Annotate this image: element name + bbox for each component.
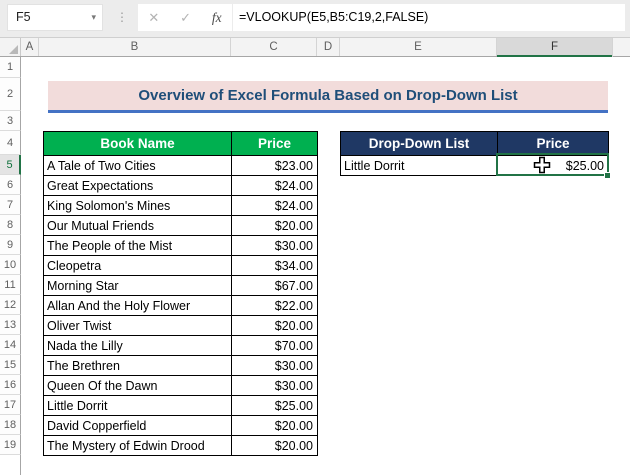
book-name-cell[interactable]: The Brethren — [43, 355, 232, 376]
book-name-cell[interactable]: Little Dorrit — [43, 395, 232, 416]
price-cell[interactable]: $30.00 — [231, 375, 318, 396]
row-header-18[interactable]: 18 — [0, 415, 21, 435]
column-header-c[interactable]: C — [231, 38, 317, 56]
formula-bar: F5 ▾ ⋮ ✕ ✓ fx =VLOOKUP(E5,B5:C19,2,FALSE… — [0, 0, 630, 38]
price-cell[interactable]: $22.00 — [231, 295, 318, 316]
book-name-cell[interactable]: The Mystery of Edwin Drood — [43, 435, 232, 456]
excel-window: F5 ▾ ⋮ ✕ ✓ fx =VLOOKUP(E5,B5:C19,2,FALSE… — [0, 0, 630, 475]
cancel-icon[interactable]: ✕ — [148, 10, 159, 26]
price-cell[interactable]: $20.00 — [231, 415, 318, 436]
insert-function-icon[interactable]: fx — [212, 10, 222, 26]
price-cell[interactable]: $20.00 — [231, 215, 318, 236]
row-header-17[interactable]: 17 — [0, 395, 21, 415]
price-cell[interactable]: $20.00 — [231, 435, 318, 456]
book-name-cell[interactable]: King Solomon's Mines — [43, 195, 232, 216]
row-header-16[interactable]: 16 — [0, 375, 21, 395]
select-all-corner[interactable] — [0, 38, 21, 56]
book-name-cell[interactable]: Queen Of the Dawn — [43, 375, 232, 396]
price-cell[interactable]: $24.00 — [231, 175, 318, 196]
fill-handle[interactable] — [604, 172, 611, 179]
row-header-14[interactable]: 14 — [0, 335, 21, 355]
book-name-cell[interactable]: David Copperfield — [43, 415, 232, 436]
price-cell[interactable]: $23.00 — [231, 155, 318, 176]
worksheet-title[interactable]: Overview of Excel Formula Based on Drop-… — [48, 81, 608, 113]
row-header-7[interactable]: 7 — [0, 195, 21, 215]
name-box-value: F5 — [16, 10, 31, 24]
price-cell[interactable]: $30.00 — [231, 235, 318, 256]
book-name-cell[interactable]: Our Mutual Friends — [43, 215, 232, 236]
row-header-3[interactable]: 3 — [0, 111, 21, 131]
dropdown-selected-book-cell[interactable]: Little Dorrit — [340, 155, 498, 176]
lookup-price-header[interactable]: Price — [497, 131, 609, 156]
column-header-a[interactable]: A — [21, 38, 39, 56]
row-header-12[interactable]: 12 — [0, 295, 21, 315]
price-cell[interactable]: $30.00 — [231, 355, 318, 376]
row-header-19[interactable]: 19 — [0, 435, 21, 455]
column-header-b[interactable]: B — [39, 38, 231, 56]
book-name-cell[interactable]: Cleopetra — [43, 255, 232, 276]
row-header-2[interactable]: 2 — [0, 78, 21, 111]
column-header-g-partial[interactable] — [613, 38, 630, 56]
price-cell[interactable]: $70.00 — [231, 335, 318, 356]
book-name-cell[interactable]: Morning Star — [43, 275, 232, 296]
enter-icon[interactable]: ✓ — [180, 10, 191, 26]
formula-bar-drag-dots-icon: ⋮ — [116, 10, 128, 24]
column-header-e[interactable]: E — [340, 38, 497, 56]
book-name-cell[interactable]: Allan And the Holy Flower — [43, 295, 232, 316]
dropdown-lookup-table: Drop-Down List Price Little Dorrit $25.0… — [340, 131, 609, 176]
select-all-triangle-icon — [9, 45, 18, 54]
row-header-1[interactable]: 1 — [0, 57, 21, 78]
book-name-cell[interactable]: Nada the Lilly — [43, 335, 232, 356]
row-header-10[interactable]: 10 — [0, 255, 21, 275]
formula-bar-buttons: ✕ ✓ fx — [138, 4, 232, 31]
book-name-cell[interactable]: Great Expectations — [43, 175, 232, 196]
price-cell[interactable]: $25.00 — [231, 395, 318, 416]
name-box-dropdown-icon[interactable]: ▾ — [91, 5, 96, 30]
row-header-13[interactable]: 13 — [0, 315, 21, 335]
column-header-d[interactable]: D — [317, 38, 340, 56]
book-name-cell[interactable]: Oliver Twist — [43, 315, 232, 336]
row-header-9[interactable]: 9 — [0, 235, 21, 255]
book-name-cell[interactable]: The People of the Mist — [43, 235, 232, 256]
cell-cursor-icon — [533, 156, 551, 174]
dropdown-list-header[interactable]: Drop-Down List — [340, 131, 498, 156]
formula-input[interactable]: =VLOOKUP(E5,B5:C19,2,FALSE) — [233, 4, 625, 31]
price-cell[interactable]: $20.00 — [231, 315, 318, 336]
price-cell[interactable]: $34.00 — [231, 255, 318, 276]
book-price-table: Book Name Price A Tale of Two Cities $23.… — [43, 131, 318, 456]
book-price-header[interactable]: Price — [231, 131, 318, 156]
price-cell[interactable]: $24.00 — [231, 195, 318, 216]
row-header-6[interactable]: 6 — [0, 175, 21, 195]
name-box[interactable]: F5 ▾ — [7, 4, 103, 31]
row-header-11[interactable]: 11 — [0, 275, 21, 295]
book-name-header[interactable]: Book Name — [43, 131, 232, 156]
row-header-8[interactable]: 8 — [0, 215, 21, 235]
price-cell[interactable]: $67.00 — [231, 275, 318, 296]
row-header-5-selected[interactable]: 5 — [0, 155, 21, 175]
row-header-4[interactable]: 4 — [0, 131, 21, 155]
row-header-15[interactable]: 15 — [0, 355, 21, 375]
book-name-cell[interactable]: A Tale of Two Cities — [43, 155, 232, 176]
column-header-f-selected[interactable]: F — [497, 38, 613, 57]
vlookup-result-cell[interactable]: $25.00 — [497, 155, 609, 176]
row-header-column-tail — [0, 455, 21, 475]
